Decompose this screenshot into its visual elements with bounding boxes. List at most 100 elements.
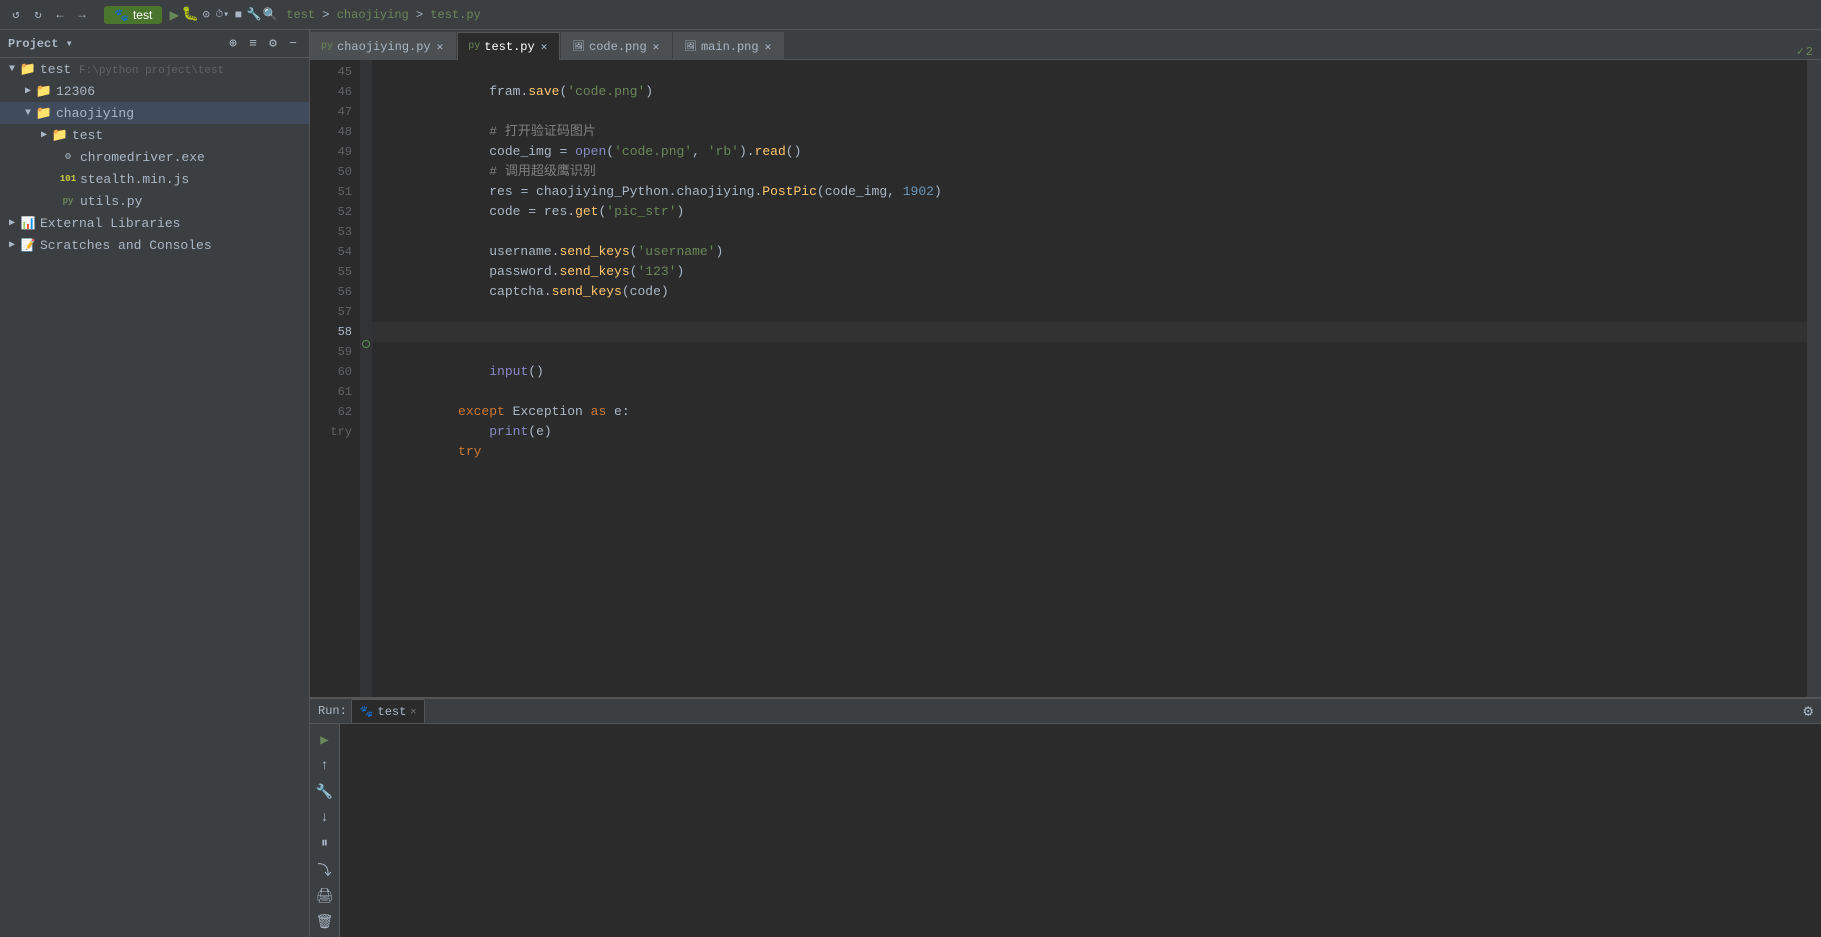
folder-icon-12306: 📁 — [36, 83, 52, 99]
tree-item-utils[interactable]: py utils.py — [0, 190, 309, 212]
tab-label-codepng: code.png — [589, 40, 647, 54]
clear-tool-icon[interactable]: 🗑 — [313, 910, 337, 934]
tree-item-chromedriver[interactable]: ⚙ chromedriver.exe — [0, 146, 309, 168]
collapse-all-icon[interactable]: ≡ — [245, 36, 261, 52]
tab-codepng[interactable]: 🖼 code.png ✕ — [561, 32, 672, 60]
code-line-49: # 调用超级鹰识别 — [372, 142, 1807, 162]
refresh-icon2[interactable]: ↻ — [30, 7, 46, 23]
run-tool-icon[interactable]: ▶ — [313, 728, 337, 752]
run-label: Run: — [318, 704, 347, 718]
tree-item-root[interactable]: ▼ 📁 test F:\python project\test — [0, 58, 309, 80]
code-line-60 — [372, 362, 1807, 382]
ln-50: 50 — [310, 162, 352, 182]
tab-label-chaojiying: chaojiying.py — [337, 40, 431, 54]
close-sidebar-icon[interactable]: − — [285, 36, 301, 52]
title-bar: ↺ ↻ ← → 🐾 test ▶ 🐛 ⊙ ⏱▾ ■ 🔧 🔍 test > cha… — [0, 0, 1821, 30]
tab-label-testpy: test.py — [484, 40, 534, 54]
refresh-icon[interactable]: ↺ — [8, 7, 24, 23]
tree-item-12306[interactable]: ▶ 📁 12306 — [0, 80, 309, 102]
code-editor[interactable]: 45 46 47 48 49 50 51 52 53 54 55 56 57 5… — [310, 60, 1821, 697]
tree-item-test-sub[interactable]: ▶ 📁 test — [0, 124, 309, 146]
code-line-51: code = res.get('pic_str') — [372, 182, 1807, 202]
code-line-54: password.send_keys('123') — [372, 242, 1807, 262]
tab-testpy[interactable]: py test.py ✕ — [457, 32, 560, 60]
bottom-tab-close[interactable]: ✕ — [410, 706, 416, 718]
tree-item-stealth[interactable]: 101 stealth.min.js — [0, 168, 309, 190]
ln-55: 55 — [310, 262, 352, 282]
tree-item-chaojiying[interactable]: ▼ 📁 chaojiying — [0, 102, 309, 124]
tab-icon-mainpng: 🖼 — [684, 41, 697, 53]
title-bar-controls: ↺ ↻ ← → — [8, 7, 90, 23]
ln-62: 62 — [310, 402, 352, 422]
code-line-53: username.send_keys('username') — [372, 222, 1807, 242]
back-icon[interactable]: ← — [52, 7, 68, 23]
code-line-59: input() — [372, 342, 1807, 362]
ln-61: 61 — [310, 382, 352, 402]
folder-icon-test-sub: 📁 — [52, 127, 68, 143]
build-icon[interactable]: 🔧 — [246, 7, 262, 23]
tree-item-scratches[interactable]: ▶ 📝 Scratches and Consoles — [0, 234, 309, 256]
code-line-63: try — [372, 422, 1807, 442]
code-line-47: # 打开验证码图片 — [372, 102, 1807, 122]
rerun-tool-icon[interactable]: 🔧 — [313, 780, 337, 804]
scrollbar[interactable] — [1807, 60, 1821, 697]
bottom-toolbar: ▶ ↑ 🔧 ↓ ⏸ ⤵ 🖨 🗑 — [310, 724, 340, 937]
sidebar: Project ▾ ⊕ ≡ ⚙ − ▼ 📁 test F:\python pro… — [0, 30, 310, 937]
tab-mainpng[interactable]: 🖼 main.png ✕ — [673, 32, 784, 60]
code-content[interactable]: fram.save('code.png') # 打开验证码图片 code_img… — [372, 60, 1807, 697]
run-config-button[interactable]: 🐾 test — [104, 6, 162, 24]
scroll-down-tool-icon[interactable]: ↓ — [313, 806, 337, 830]
tree-item-external[interactable]: ▶ 📊 External Libraries — [0, 212, 309, 234]
tree-label-external: External Libraries — [40, 216, 180, 231]
bottom-content: ▶ ↑ 🔧 ↓ ⏸ ⤵ 🖨 🗑 — [310, 724, 1821, 937]
bottom-output — [340, 724, 1821, 937]
ln-52: 52 — [310, 202, 352, 222]
run-icon[interactable]: ▶ — [166, 7, 182, 23]
profile-icon[interactable]: ⏱▾ — [214, 7, 230, 23]
scroll-up-tool-icon[interactable]: ↑ — [313, 754, 337, 778]
coverage-icon[interactable]: ⊙ — [198, 7, 214, 23]
code-line-46 — [372, 82, 1807, 102]
tree-arrow-root: ▼ — [4, 61, 20, 77]
tree-label-chaojiying: chaojiying — [56, 106, 134, 121]
run-config-name: test — [133, 8, 152, 22]
tree-arrow-chaojiying: ▼ — [20, 105, 36, 121]
tree-label-12306: 12306 — [56, 84, 95, 99]
tab-close-testpy[interactable]: ✕ — [539, 40, 550, 54]
code-line-45: fram.save('code.png') — [372, 62, 1807, 82]
folder-icon-root: 📁 — [20, 61, 36, 77]
tree-label-stealth: stealth.min.js — [80, 172, 189, 187]
ln-48: 48 — [310, 122, 352, 142]
print-tool-icon[interactable]: 🖨 — [313, 884, 337, 908]
breakpoint-indicator-59 — [362, 340, 370, 348]
tab-close-chaojiying[interactable]: ✕ — [435, 40, 446, 54]
tree-arrow-chromedriver — [52, 149, 60, 165]
search-icon[interactable]: 🔍 — [262, 7, 278, 23]
pause-tool-icon[interactable]: ⏸ — [313, 832, 337, 856]
exe-icon-chromedriver: ⚙ — [60, 149, 76, 165]
breadcrumb: test > chaojiying > test.py — [286, 8, 480, 22]
debug-icon[interactable]: 🐛 — [182, 7, 198, 23]
bottom-panel: Run: 🐾 test ✕ ⚙ ▶ ↑ 🔧 ↓ ⏸ ⤵ — [310, 697, 1821, 937]
tab-chaojiying[interactable]: py chaojiying.py ✕ — [310, 32, 456, 60]
bottom-tab-test[interactable]: 🐾 test ✕ — [351, 699, 426, 723]
tab-close-codepng[interactable]: ✕ — [651, 40, 662, 54]
tab-icon-chaojiying: py — [321, 41, 333, 52]
code-line-61: except Exception as e: — [372, 382, 1807, 402]
ln-60: 60 — [310, 362, 352, 382]
stop-icon[interactable]: ■ — [230, 7, 246, 23]
code-line-52 — [372, 202, 1807, 222]
tab-icon-testpy: py — [468, 41, 480, 52]
dump-tool-icon[interactable]: ⤵ — [313, 858, 337, 882]
code-line-48: code_img = open('code.png', 'rb').read() — [372, 122, 1807, 142]
tree-arrow-test-sub: ▶ — [36, 127, 52, 143]
scratch-icon: 📝 — [20, 237, 36, 253]
tree-label-test-sub: test — [72, 128, 103, 143]
bottom-settings[interactable]: ⚙ — [1803, 701, 1813, 721]
locate-icon[interactable]: ⊕ — [225, 36, 241, 52]
tab-close-mainpng[interactable]: ✕ — [763, 40, 774, 54]
forward-icon[interactable]: → — [74, 7, 90, 23]
ln-59: 59 — [310, 342, 352, 362]
ln-56: 56 — [310, 282, 352, 302]
settings-icon2[interactable]: ⚙ — [265, 36, 281, 52]
